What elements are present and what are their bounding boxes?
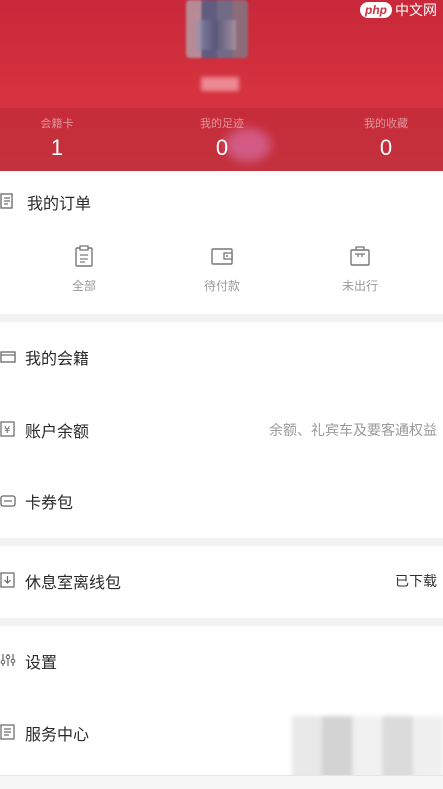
order-label: 全部: [71, 279, 96, 293]
order-pending-payment[interactable]: 待付款: [177, 245, 267, 294]
menu-item-label: 设置: [25, 653, 58, 672]
stat-value: 0: [215, 135, 229, 160]
order-not-traveled[interactable]: 未出行: [315, 245, 405, 294]
stat-value: 0: [379, 135, 393, 160]
menu-item-settings[interactable]: 设置: [0, 641, 443, 681]
orders-icon: [0, 193, 16, 213]
menu-item-label: 账户余额: [25, 422, 90, 441]
wallet-icon: [177, 245, 267, 267]
download-icon: [0, 572, 18, 590]
coupon-icon: [0, 493, 18, 511]
section-divider: [0, 618, 443, 626]
menu-item-account-balance[interactable]: ¥ 账户余额 余额、礼宾车及要客通权益: [0, 410, 443, 450]
profile-header: php 中文网 会籍卡 1 我的足迹 0 我的收藏 0: [0, 0, 443, 171]
stat-membership-card[interactable]: 会籍卡 1: [0, 115, 117, 161]
stat-footprints[interactable]: 我的足迹 0: [162, 115, 282, 161]
menu-item-label: 我的会籍: [25, 349, 90, 368]
orders-title[interactable]: 我的订单: [27, 190, 91, 214]
suitcase-icon: [315, 245, 405, 267]
clipboard-icon: [39, 245, 129, 267]
watermark-text: 中文网: [395, 2, 437, 18]
service-icon: [0, 724, 18, 742]
username-blurred: [201, 77, 239, 91]
menu-item-lounge-offline[interactable]: 休息室离线包 已下载: [0, 561, 443, 601]
watermark-badge: php: [360, 2, 392, 18]
yen-icon: ¥: [0, 421, 18, 439]
menu-item-hint: 余额、礼宾车及要客通权益: [269, 423, 437, 439]
section-divider: [0, 314, 443, 322]
stat-label: 我的收藏: [364, 117, 408, 130]
order-all[interactable]: 全部: [39, 245, 129, 294]
card-icon: [0, 349, 18, 367]
watermark-logo: php 中文网: [360, 0, 437, 20]
stat-favorites[interactable]: 我的收藏 0: [326, 115, 443, 161]
stat-label: 会籍卡: [40, 117, 74, 130]
settings-icon: [0, 652, 18, 670]
section-divider: [0, 538, 443, 546]
svg-text:¥: ¥: [4, 425, 10, 436]
menu-item-coupons[interactable]: 卡券包: [0, 481, 443, 521]
order-label: 未出行: [341, 279, 378, 293]
bottom-tab-bar[interactable]: [0, 775, 443, 789]
stat-value: 1: [50, 135, 64, 160]
menu-item-label: 休息室离线包: [25, 573, 122, 592]
avatar[interactable]: [186, 0, 248, 58]
stat-label: 我的足迹: [200, 117, 244, 130]
download-status: 已下载: [395, 574, 437, 590]
menu-item-membership[interactable]: 我的会籍: [0, 337, 443, 377]
menu-item-label: 卡券包: [25, 493, 74, 512]
order-label: 待付款: [203, 279, 240, 293]
menu-item-label: 服务中心: [25, 725, 90, 744]
